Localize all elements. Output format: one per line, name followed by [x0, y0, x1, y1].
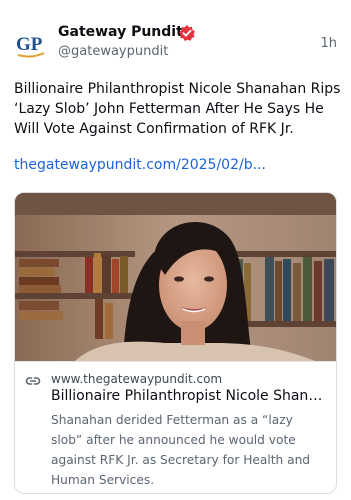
post-text: Billionaire Philanthropist Nicole Shanah… [14, 81, 341, 137]
avatar[interactable]: GP [14, 28, 48, 62]
post[interactable]: GP Gateway Pundit @gatewaypundit 1h Bill… [0, 0, 351, 500]
card-meta: www.thegatewaypundit.com Billionaire Phi… [15, 361, 336, 493]
post-link[interactable]: thegatewaypundit.com/2025/02/b... [14, 157, 266, 173]
author-handle[interactable]: @gatewaypundit [58, 44, 168, 59]
card-domain: www.thegatewaypundit.com [51, 372, 223, 386]
card-image[interactable] [15, 193, 337, 361]
verified-badge-icon [179, 25, 195, 41]
card-title[interactable]: Billionaire Philanthropist Nicole Shana.… [51, 388, 329, 404]
link-icon [25, 377, 41, 385]
author-name[interactable]: Gateway Pundit [58, 24, 183, 40]
card-description: Shanahan derided Fetterman as a “lazy sl… [51, 413, 311, 487]
post-header: GP Gateway Pundit @gatewaypundit 1h [14, 22, 337, 68]
link-preview-card[interactable]: www.thegatewaypundit.com Billionaire Phi… [14, 192, 337, 494]
post-time: 1h [320, 36, 337, 51]
avatar-text: GP [16, 34, 43, 55]
